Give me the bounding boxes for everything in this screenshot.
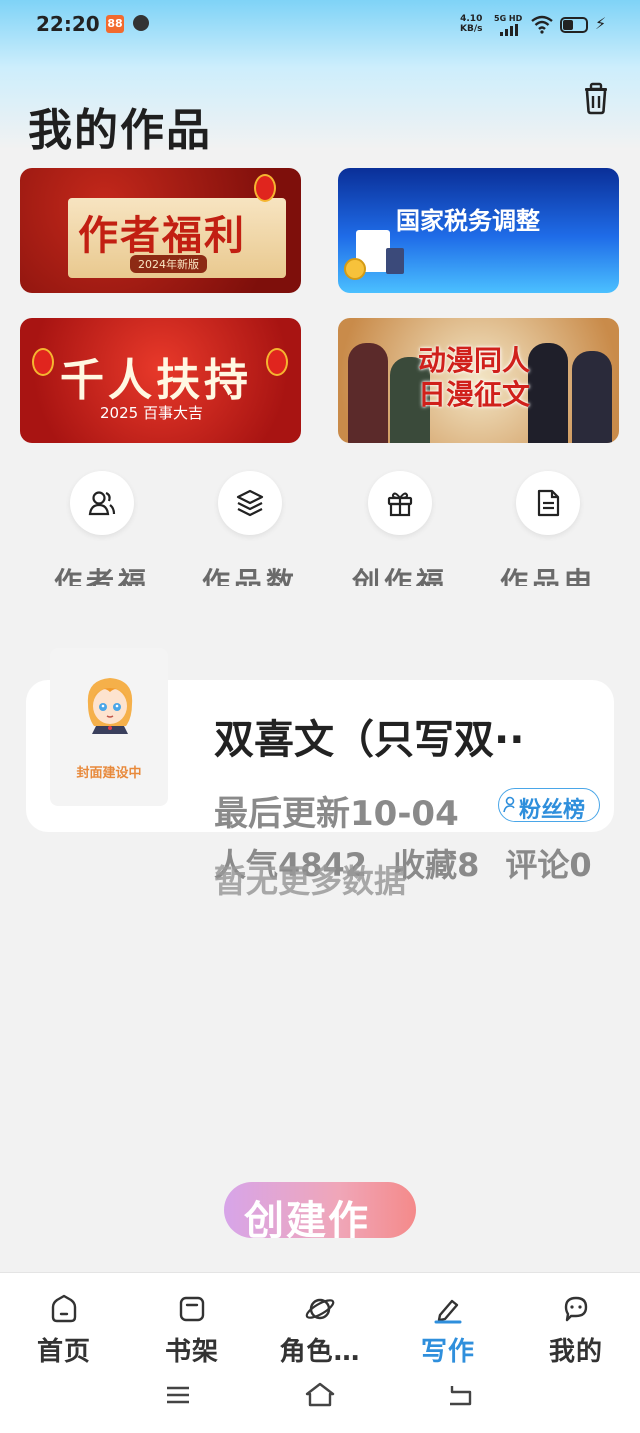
character-figure: [348, 343, 388, 443]
banner-anime-contest[interactable]: 动漫同人 日漫征文: [338, 318, 619, 443]
lantern-icon: [32, 348, 54, 376]
character-figure: [572, 351, 612, 443]
page-title: 我的作品: [28, 105, 212, 156]
tab-label: 首页: [36, 1337, 91, 1367]
speed-value: 4.10: [460, 14, 483, 24]
action-label-wrap: 作品数: [180, 566, 320, 586]
create-work-button[interactable]: 创建作: [224, 1182, 416, 1238]
banner-support-program[interactable]: 千人扶持 2025 百事大吉: [20, 318, 301, 443]
users-icon: [88, 491, 116, 516]
favorites-count: 收藏8: [393, 846, 480, 884]
banner-subtitle: 2024年新版: [130, 255, 207, 273]
gift-icon: [387, 492, 413, 517]
tab-bookshelf[interactable]: 书架: [128, 1273, 256, 1373]
work-title[interactable]: 双喜文（只写双··: [214, 707, 524, 765]
notification-app-icon-2: [133, 15, 149, 31]
status-bar: 22:20 88 4.10 KB/s 5G HD ⚡: [0, 0, 640, 50]
work-cover[interactable]: 封面建设中: [50, 648, 168, 806]
menu-icon[interactable]: [164, 1381, 192, 1409]
battery-icon: [560, 17, 588, 33]
banner-title: 国家税务调整: [396, 207, 540, 235]
bottom-tab-bar: 首页 书架 角色… 写作 我的: [0, 1272, 640, 1433]
planet-icon: [305, 1298, 335, 1320]
action-label: 作品数: [201, 566, 298, 586]
action-label-wrap: 作者福: [32, 566, 172, 586]
action-work-data[interactable]: [218, 471, 282, 535]
mascot-icon: [87, 678, 133, 734]
layers-icon: [236, 489, 264, 517]
wifi-icon: [531, 15, 553, 34]
network-speed: 4.10 KB/s: [460, 14, 482, 34]
speed-unit: KB/s: [460, 24, 483, 34]
banner-title: 作者福利: [78, 213, 246, 259]
work-updated-date: 最后更新10-04: [214, 794, 459, 834]
trash-icon[interactable]: [578, 80, 614, 116]
user-icon: [503, 796, 515, 813]
lantern-icon: [266, 348, 288, 376]
empty-state-text: 暂无更多数据: [214, 862, 407, 900]
back-icon[interactable]: [446, 1381, 476, 1409]
character-figure: [528, 343, 568, 443]
tab-characters[interactable]: 角色…: [256, 1273, 384, 1373]
tab-writing[interactable]: 写作: [384, 1273, 512, 1373]
calculator-icon: [386, 248, 404, 274]
lantern-icon: [254, 174, 276, 202]
tab-label: 书架: [164, 1337, 219, 1367]
banner-title: 千人扶持: [60, 355, 252, 406]
signal-icon: [500, 24, 522, 36]
bookshelf-icon: [179, 1296, 205, 1322]
action-author-benefits[interactable]: [70, 471, 134, 535]
action-work-application[interactable]: [516, 471, 580, 535]
tab-mine[interactable]: 我的: [512, 1273, 640, 1373]
banner-title-line1: 动漫同人: [418, 344, 531, 377]
fans-ranking-button[interactable]: 粉丝榜: [498, 788, 600, 823]
action-creation-benefits[interactable]: [368, 471, 432, 535]
home-icon: [51, 1294, 77, 1323]
tab-home[interactable]: 首页: [0, 1273, 128, 1373]
tab-label: 角色…: [279, 1337, 361, 1367]
message-icon: [564, 1296, 588, 1322]
network-type: 5G HD: [494, 14, 523, 23]
tab-label: 写作: [420, 1337, 475, 1367]
action-label: 创作福: [351, 566, 448, 586]
notification-app-icon: 88: [106, 15, 124, 33]
comments-count: 评论0: [505, 846, 592, 884]
tab-label: 我的: [548, 1337, 603, 1367]
banner-subtitle: 2025 百事大吉: [100, 404, 203, 422]
status-time: 22:20: [36, 12, 100, 36]
pen-icon: [434, 1299, 462, 1324]
action-label: 作者福: [53, 566, 150, 586]
action-label-wrap: 作品申: [478, 566, 618, 586]
charging-icon: ⚡: [595, 14, 607, 33]
fans-badge-label: 粉丝榜: [519, 798, 586, 823]
coin-icon: [344, 258, 366, 280]
banner-tax-adjustment[interactable]: 国家税务调整: [338, 168, 619, 293]
action-label-wrap: 创作福: [330, 566, 470, 586]
banner-author-benefits[interactable]: 作者福利 2024年新版: [20, 168, 301, 293]
create-button-label: 创建作: [244, 1198, 370, 1238]
action-label: 作品申: [499, 566, 596, 586]
system-home-icon[interactable]: [304, 1381, 336, 1409]
cover-label: 封面建设中: [76, 766, 142, 781]
banner-title: 动漫同人 日漫征文: [418, 344, 530, 412]
banner-title-line2: 日漫征文: [418, 378, 531, 411]
document-icon: [537, 489, 560, 517]
